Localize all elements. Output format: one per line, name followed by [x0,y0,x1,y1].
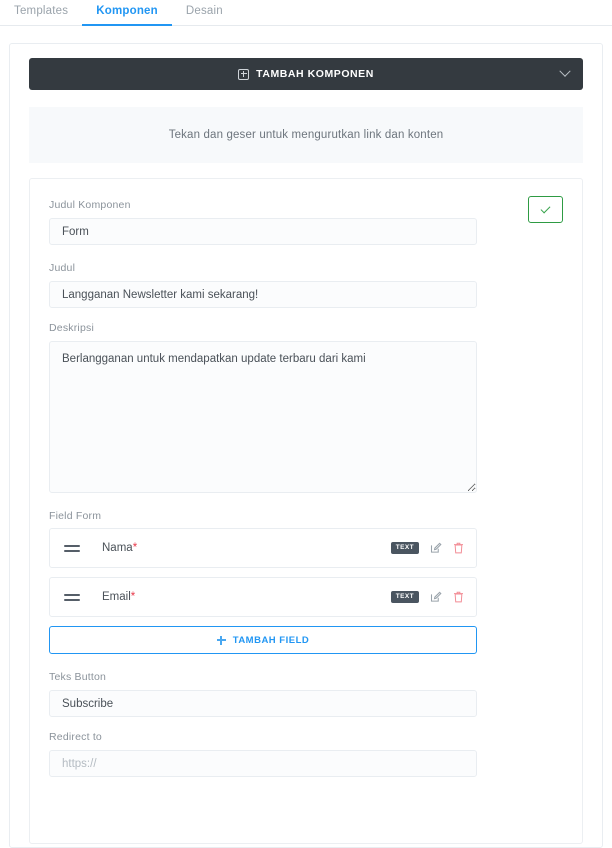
table-row[interactable]: Email* TEXT [49,577,477,617]
field-row-label: Nama* [102,542,391,554]
teks-button-input[interactable] [49,690,477,717]
plus-box-icon [238,68,250,80]
component-editor-card: TAMBAH KOMPONEN Tekan dan geser untuk me… [9,43,603,848]
field-row-name: Nama [102,542,133,554]
deskripsi-textarea[interactable]: Berlangganan untuk mendapatkan update te… [49,341,477,493]
field-row-actions: TEXT [390,541,464,555]
judul-komponen-label: Judul Komponen [49,199,131,211]
required-asterisk: * [130,591,136,603]
tab-bar: Templates Komponen Desain [0,0,612,26]
field-row-label: Email* [102,591,391,603]
tab-desain[interactable]: Desain [172,5,237,27]
required-asterisk: * [132,542,138,554]
field-row-actions: TEXT [390,590,464,604]
deskripsi-label: Deskripsi [49,322,94,334]
trash-icon[interactable] [453,542,464,554]
field-row-name: Email [102,591,131,603]
field-type-badge[interactable]: TEXT [390,590,419,604]
table-row[interactable]: Nama* TEXT [49,528,477,568]
add-component-label: TAMBAH KOMPONEN [256,68,374,80]
edit-icon[interactable] [430,542,442,554]
add-field-label: TAMBAH FIELD [232,634,310,646]
drag-handle-icon[interactable] [64,593,80,601]
chevron-down-icon[interactable] [559,65,571,77]
tab-komponen[interactable]: Komponen [82,5,172,26]
judul-label: Judul [49,262,76,274]
teks-button-label: Teks Button [49,671,107,683]
sort-hint-text: Tekan dan geser untuk mengurutkan link d… [168,129,444,141]
drag-handle-icon[interactable] [64,544,80,552]
add-field-button[interactable]: TAMBAH FIELD [49,626,477,654]
redirect-to-label: Redirect to [49,731,102,743]
add-component-bar-content: TAMBAH KOMPONEN [238,68,374,80]
judul-input[interactable] [49,281,477,308]
add-component-bar[interactable]: TAMBAH KOMPONEN [29,58,583,90]
tab-templates[interactable]: Templates [0,5,82,27]
field-form-label: Field Form [49,510,102,522]
form-component-panel: Judul Komponen Judul Deskripsi Berlangga… [29,178,583,844]
edit-icon[interactable] [430,591,442,603]
plus-icon [216,635,226,645]
field-type-badge[interactable]: TEXT [390,541,419,555]
save-button[interactable] [528,196,563,223]
check-icon [540,203,551,213]
trash-icon[interactable] [453,591,464,603]
redirect-to-input[interactable] [49,750,477,777]
sort-hint-banner: Tekan dan geser untuk mengurutkan link d… [29,107,583,163]
judul-komponen-input[interactable] [49,218,477,245]
